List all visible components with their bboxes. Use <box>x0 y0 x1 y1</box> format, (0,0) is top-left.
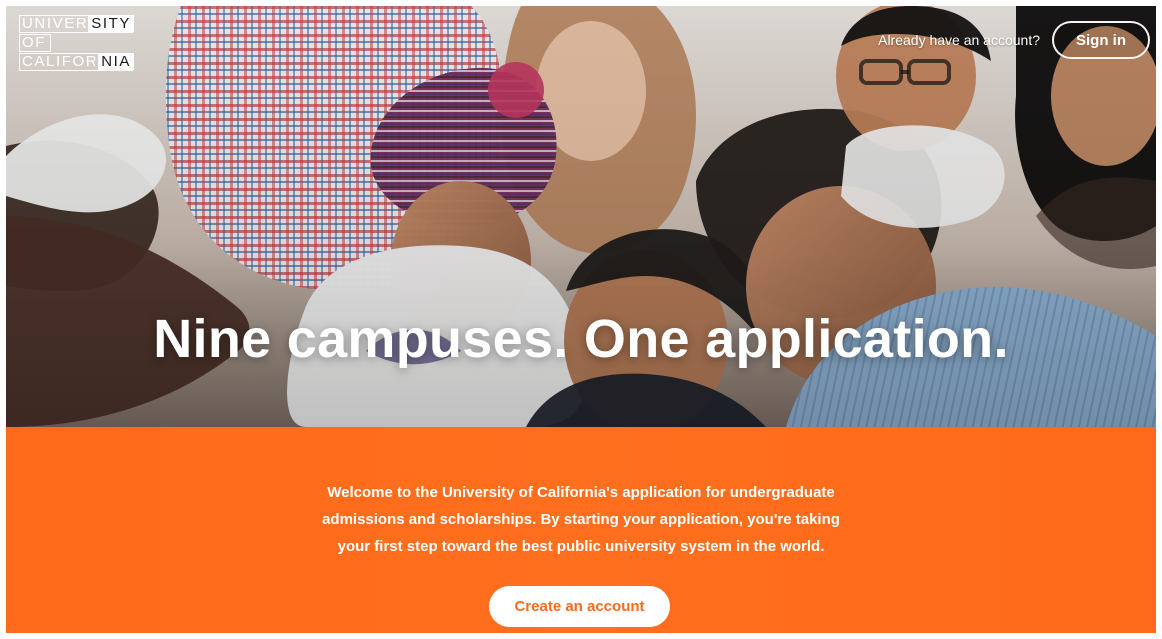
intro-line-1: Welcome to the University of California'… <box>327 484 835 501</box>
hero-headline: Nine campuses. One application. <box>153 309 1009 369</box>
create-account-button[interactable]: Create an account <box>489 586 670 627</box>
logo-line-1-text: UNIVER SITY <box>22 15 135 33</box>
intro-text: Welcome to the University of California'… <box>6 479 1156 560</box>
uc-logo: UNIVER SITY OF CALIFOR NIA <box>19 15 135 79</box>
account-bar: Already have an account? Sign in <box>878 21 1150 59</box>
logo-line-2-text: OF <box>22 34 47 51</box>
uc-application-landing: UNIVER SITY OF CALIFOR NIA Already have an… <box>0 0 1162 639</box>
hero-section: UNIVER SITY OF CALIFOR NIA Already have an… <box>6 6 1156 427</box>
intro-panel: Welcome to the University of California'… <box>6 427 1156 633</box>
logo-line-1-prefix: UNIVER <box>22 15 89 32</box>
intro-line-2: admissions and scholarships. By starting… <box>322 511 840 528</box>
logo-line-3-prefix: CALIFOR <box>22 53 99 70</box>
logo-line-1-suffix: SITY <box>88 15 135 32</box>
already-have-account-text: Already have an account? <box>878 32 1040 48</box>
intro-line-3: your first step toward the best public u… <box>337 538 825 555</box>
logo-line-3-suffix: NIA <box>98 53 135 70</box>
logo-line-3-text: CALIFOR NIA <box>22 53 135 71</box>
sign-in-button[interactable]: Sign in <box>1052 21 1150 59</box>
